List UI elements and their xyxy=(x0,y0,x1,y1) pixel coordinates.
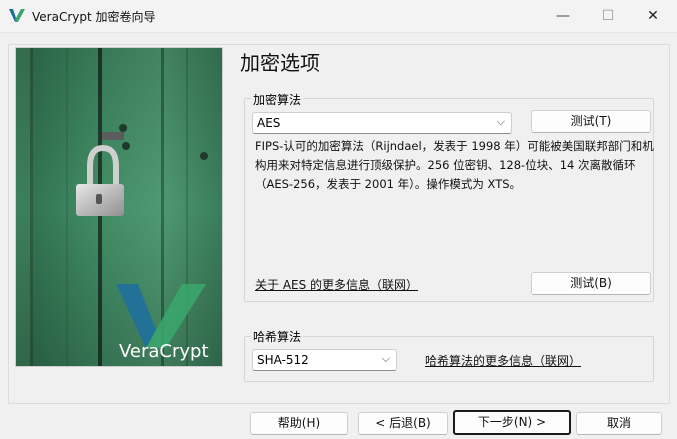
benchmark-button[interactable]: 测试(B) xyxy=(531,272,651,295)
chevron-down-icon: ⌵ xyxy=(381,352,390,365)
close-button[interactable]: ✕ xyxy=(630,0,676,32)
hash-algorithm-label: 哈希算法 xyxy=(251,328,304,345)
cancel-button[interactable]: 取消 xyxy=(576,412,662,435)
veracrypt-logo-text: VeraCrypt xyxy=(119,341,209,362)
maximize-button[interactable]: ☐ xyxy=(585,0,631,32)
wizard-side-image: VeraCrypt xyxy=(15,47,223,367)
page-title: 加密选项 xyxy=(240,51,320,75)
aes-more-info-link[interactable]: 关于 AES 的更多信息（联网） xyxy=(255,276,418,293)
veracrypt-app-icon xyxy=(9,9,25,22)
encryption-algorithm-label: 加密算法 xyxy=(251,91,304,108)
encryption-algorithm-value: AES xyxy=(257,116,281,130)
window-title: VeraCrypt 加密卷向导 xyxy=(32,10,156,24)
next-button[interactable]: 下一步(N) > xyxy=(453,410,571,435)
chevron-down-icon: ⌵ xyxy=(496,115,505,128)
door-padlock-illustration: VeraCrypt xyxy=(16,48,222,366)
hash-algorithm-select[interactable]: SHA-512 ⌵ xyxy=(252,349,397,371)
title-bar: VeraCrypt 加密卷向导 — ☐ ✕ xyxy=(0,0,677,33)
back-button[interactable]: < 后退(B) xyxy=(358,412,448,435)
algorithm-description: FIPS-认可的加密算法（Rijndael，发表于 1998 年）可能被美国联邦… xyxy=(255,139,654,191)
minimize-button[interactable]: — xyxy=(540,0,586,32)
test-button[interactable]: 测试(T) xyxy=(531,110,651,133)
help-button[interactable]: 帮助(H) xyxy=(250,412,348,435)
hash-more-info-link[interactable]: 哈希算法的更多信息（联网） xyxy=(425,352,581,369)
hash-algorithm-value: SHA-512 xyxy=(257,353,309,367)
encryption-algorithm-select[interactable]: AES ⌵ xyxy=(252,112,512,134)
